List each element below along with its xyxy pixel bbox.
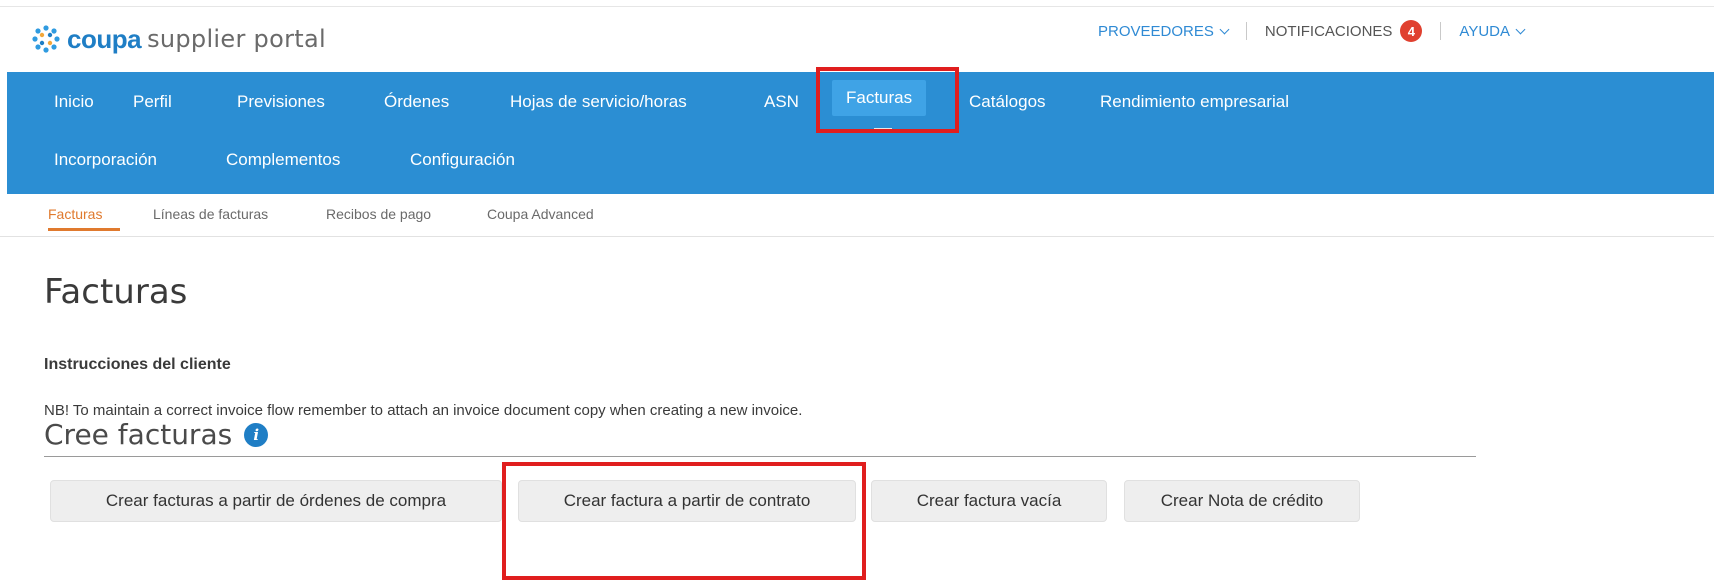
- coupa-logo[interactable]: coupa supplier portal: [31, 20, 326, 58]
- top-divider: [0, 6, 1714, 7]
- subnav-item-facturas[interactable]: Facturas: [48, 206, 102, 222]
- nav-item-rendimiento[interactable]: Rendimiento empresarial: [1100, 92, 1289, 112]
- suppliers-dropdown[interactable]: PROVEEDORES: [1098, 22, 1230, 40]
- notifications-link[interactable]: NOTIFICACIONES 4: [1265, 20, 1423, 42]
- nav-item-inicio[interactable]: Inicio: [54, 92, 94, 112]
- nav-item-complementos[interactable]: Complementos: [226, 150, 340, 170]
- customer-instructions-label: Instrucciones del cliente: [44, 356, 231, 373]
- page-title: Facturas: [44, 272, 188, 312]
- chevron-down-icon: [1515, 24, 1526, 34]
- header-utility-menu: PROVEEDORES NOTIFICACIONES 4 AYUDA: [1098, 20, 1526, 42]
- section-divider: [44, 456, 1476, 457]
- main-nav: Inicio Perfil Previsiones Órdenes Hojas …: [7, 72, 1714, 194]
- notifications-label: NOTIFICACIONES: [1264, 22, 1393, 40]
- subnav-item-coupa-advanced[interactable]: Coupa Advanced: [487, 206, 594, 222]
- header-separator: [1245, 22, 1247, 40]
- create-invoices-heading: Cree facturas i: [44, 418, 269, 451]
- sub-nav: Facturas Líneas de facturas Recibos de p…: [0, 194, 1714, 237]
- nav-item-ordenes[interactable]: Órdenes: [384, 92, 449, 112]
- create-blank-invoice-button[interactable]: Crear factura vacía: [871, 480, 1107, 522]
- help-label: AYUDA: [1459, 22, 1510, 40]
- create-invoices-title: Cree facturas: [44, 418, 233, 451]
- nav-item-catalogos[interactable]: Catálogos: [969, 92, 1046, 112]
- logo-brand-text: coupa: [67, 23, 142, 54]
- nav-item-incorporacion[interactable]: Incorporación: [54, 150, 157, 170]
- subnav-item-recibos-pago[interactable]: Recibos de pago: [326, 206, 431, 222]
- notifications-count-badge: 4: [1400, 20, 1423, 42]
- help-dropdown[interactable]: AYUDA: [1459, 22, 1526, 40]
- create-credit-note-button[interactable]: Crear Nota de crédito: [1124, 480, 1360, 522]
- chevron-down-icon: [1219, 24, 1230, 34]
- nav-item-facturas[interactable]: Facturas: [832, 80, 927, 116]
- customer-instructions-text: NB! To maintain a correct invoice flow r…: [44, 402, 803, 419]
- active-tab-indicator: [874, 128, 892, 131]
- nav-item-asn[interactable]: ASN: [764, 92, 799, 112]
- logo-product-text: supplier portal: [147, 25, 326, 53]
- coupa-logo-icon: [31, 24, 61, 54]
- info-icon[interactable]: i: [244, 422, 269, 447]
- nav-item-previsiones[interactable]: Previsiones: [237, 92, 325, 112]
- nav-item-configuracion[interactable]: Configuración: [410, 150, 515, 170]
- create-from-contract-button[interactable]: Crear factura a partir de contrato: [518, 480, 856, 522]
- subnav-active-underline: [48, 228, 120, 231]
- header-separator: [1440, 22, 1442, 40]
- nav-item-hojas-servicio[interactable]: Hojas de servicio/horas: [510, 92, 687, 112]
- nav-item-perfil[interactable]: Perfil: [133, 92, 172, 112]
- suppliers-label: PROVEEDORES: [1098, 22, 1214, 40]
- top-header: coupa supplier portal PROVEEDORES NOTIFI…: [0, 0, 1714, 72]
- create-from-po-button[interactable]: Crear facturas a partir de órdenes de co…: [50, 480, 502, 522]
- subnav-item-lineas-facturas[interactable]: Líneas de facturas: [153, 206, 268, 222]
